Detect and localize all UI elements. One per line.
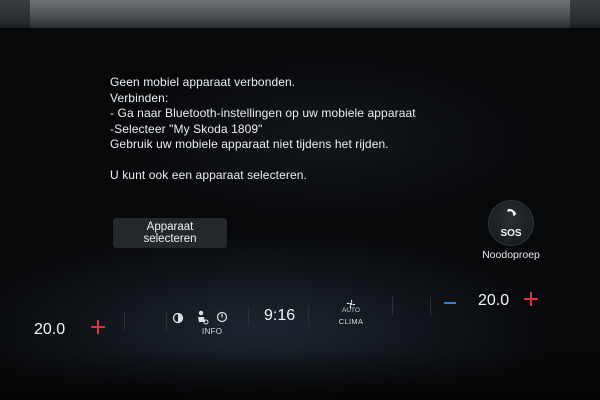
right-temperature[interactable]: 20.0 <box>478 292 509 310</box>
emergency-call-button[interactable]: SOS <box>488 200 534 246</box>
seat-heating-icon <box>172 311 184 329</box>
no-device-message: Geen mobiel apparaat verbonden. Verbinde… <box>110 75 416 183</box>
clima-button[interactable]: AUTO CLIMA <box>336 296 366 326</box>
clima-label: CLIMA <box>338 317 364 326</box>
message-line: -Selecteer "My Skoda 1809" <box>110 121 263 136</box>
right-temp-decrease-button[interactable] <box>444 302 456 304</box>
timer-icon <box>216 310 228 328</box>
divider <box>166 312 167 330</box>
right-temp-increase-button[interactable] <box>524 292 538 306</box>
left-temp-increase-button[interactable] <box>91 320 105 334</box>
clock: 9:16 <box>264 307 296 324</box>
message-alt-line: U kunt ook een apparaat selecteren. <box>110 167 307 182</box>
dashboard-trim <box>30 0 570 29</box>
message-line: Verbinden: <box>110 90 169 105</box>
left-temperature[interactable]: 20.0 <box>34 321 65 339</box>
clima-auto-label: AUTO <box>342 307 360 314</box>
phone-icon <box>503 207 519 226</box>
fan-icon <box>336 296 366 309</box>
info-label: INFO <box>202 327 223 336</box>
climate-bar <box>0 290 600 350</box>
divider <box>308 306 309 326</box>
divider <box>430 297 431 315</box>
divider <box>392 297 393 315</box>
divider <box>248 306 249 326</box>
message-line: - Ga naar Bluetooth-instellingen op uw m… <box>110 106 416 120</box>
divider <box>124 312 125 330</box>
sos-badge: SOS <box>500 227 522 239</box>
message-line: Geen mobiel apparaat verbonden. <box>110 75 296 89</box>
bottom-shadow <box>0 350 600 400</box>
message-line: Gebruik uw mobiele apparaat niet tijdens… <box>110 137 389 151</box>
select-device-button[interactable]: Apparaat selecteren <box>113 218 227 248</box>
emergency-call-label: Noodoproep <box>482 249 540 261</box>
